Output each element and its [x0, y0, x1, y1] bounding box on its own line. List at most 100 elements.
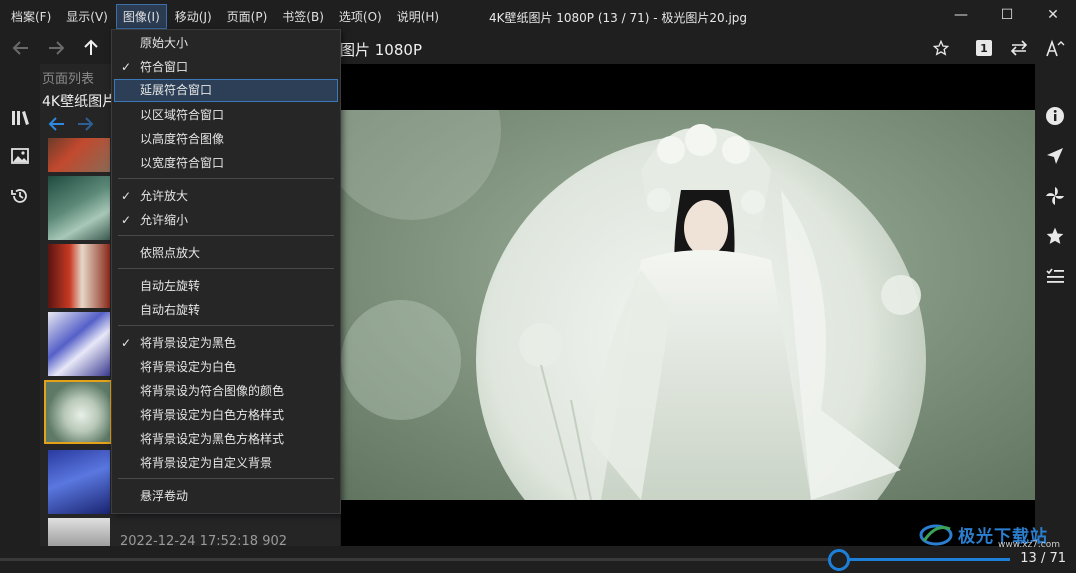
menu-item-allow-enlarge[interactable]: ✓ 允许放大 — [114, 185, 338, 208]
menu-item-bg-white-checker[interactable]: 将背景设定为白色方格样式 — [114, 404, 338, 427]
menu-item-label: 原始大小 — [140, 36, 189, 50]
font-size-button[interactable] — [1042, 36, 1068, 60]
check-icon: ✓ — [121, 336, 132, 350]
thumbnail-info: 2022-12-24 17:52:18 902 — [120, 534, 288, 546]
checklist-icon — [1046, 268, 1064, 283]
menu-item-label: 允许放大 — [140, 189, 189, 203]
library-button[interactable] — [10, 108, 30, 128]
close-button[interactable]: ✕ — [1030, 0, 1076, 30]
navigation-arrow-icon — [1047, 148, 1063, 164]
photo-illustration — [341, 110, 1035, 500]
page-counter: 13 / 71 — [1020, 551, 1066, 566]
menu-separator — [118, 478, 334, 479]
direction-button[interactable] — [1006, 36, 1032, 60]
app-window: 档案(F) 显示(V) 图像(I) 移动(J) 页面(P) 书签(B) 选项(O… — [0, 0, 1076, 573]
menu-page[interactable]: 页面(P) — [220, 4, 275, 29]
menu-view[interactable]: 显示(V) — [59, 4, 115, 29]
menu-item-label: 以高度符合图像 — [140, 132, 225, 146]
image-menu-dropdown: 原始大小 ✓ 符合窗口 延展符合窗口 以区域符合窗口 以高度符合图像 以宽度符合窗… — [111, 29, 341, 514]
panel-header: 页面列表 — [42, 72, 95, 87]
page-slider-fill — [839, 558, 1010, 561]
star-outline-icon — [933, 40, 949, 56]
check-icon: ✓ — [121, 189, 132, 203]
star-icon — [1046, 227, 1064, 244]
arrow-left-icon — [12, 41, 28, 55]
menu-item-fit-height[interactable]: 以高度符合图像 — [114, 128, 338, 151]
up-button[interactable] — [78, 36, 104, 60]
single-page-button[interactable]: 1 — [971, 36, 997, 60]
menu-item-bg-black[interactable]: ✓ 将背景设定为黑色 — [114, 332, 338, 355]
menu-item-bg-image-color[interactable]: 将背景设为符合图像的颜色 — [114, 380, 338, 403]
menu-item-allow-shrink[interactable]: ✓ 允许缩小 — [114, 209, 338, 232]
page-badge: 1 — [976, 40, 992, 56]
menu-separator — [118, 235, 334, 236]
right-sidebar — [1035, 64, 1076, 546]
menu-item-stretch-fit-window[interactable]: 延展符合窗口 — [114, 79, 338, 102]
menu-item-original-size[interactable]: 原始大小 — [114, 32, 338, 55]
panel-folder-title: 4K壁纸图片 — [42, 94, 117, 110]
maximize-button[interactable]: ☐ — [984, 0, 1030, 30]
address-title: 图片 1080P — [340, 41, 422, 59]
menu-item-label: 延展符合窗口 — [140, 83, 213, 97]
menu-item-zoom-at-point[interactable]: 依照点放大 — [114, 242, 338, 265]
page-thumbnail[interactable] — [48, 312, 110, 376]
menu-item-auto-rotate-right[interactable]: 自动右旋转 — [114, 299, 338, 322]
watermark-logo-icon — [919, 524, 953, 546]
window-controls: — ☐ ✕ — [938, 0, 1076, 30]
menu-help[interactable]: 说明(H) — [390, 4, 446, 29]
menu-item-label: 将背景设定为黑色 — [140, 336, 237, 350]
menu-item-label: 允许缩小 — [140, 213, 189, 227]
minimize-button[interactable]: — — [938, 0, 984, 30]
info-icon — [1046, 107, 1064, 125]
menu-item-label: 将背景设定为自定义背景 — [140, 456, 273, 470]
menu-item-bg-white[interactable]: 将背景设定为白色 — [114, 356, 338, 379]
menu-item-bg-custom[interactable]: 将背景设定为自定义背景 — [114, 452, 338, 475]
left-sidebar — [0, 64, 40, 546]
menu-item-bg-black-checker[interactable]: 将背景设定为黑色方格样式 — [114, 428, 338, 451]
books-icon — [12, 111, 29, 125]
arrow-right-icon — [49, 41, 65, 55]
page-thumbnail[interactable] — [48, 518, 110, 546]
main-image — [341, 110, 1035, 500]
page-list-button[interactable] — [10, 146, 30, 166]
arrow-left-icon[interactable] — [48, 116, 66, 132]
menu-bookmark[interactable]: 书签(B) — [275, 4, 331, 29]
menu-item-hover-scroll[interactable]: 悬浮卷动 — [114, 485, 338, 508]
page-thumbnail[interactable] — [48, 244, 110, 308]
page-thumbnail[interactable] — [48, 176, 110, 240]
menu-item-fit-width[interactable]: 以宽度符合窗口 — [114, 152, 338, 175]
bookmark-star-button[interactable] — [928, 36, 954, 60]
check-icon: ✓ — [121, 60, 132, 74]
bookmarks-button[interactable] — [1045, 226, 1067, 248]
page-thumbnail[interactable] — [48, 450, 110, 514]
forward-button[interactable] — [43, 36, 69, 60]
swap-arrows-icon — [1010, 40, 1028, 56]
effects-button[interactable] — [1045, 186, 1067, 208]
menu-file[interactable]: 档案(F) — [4, 4, 58, 29]
menu-item-label: 以宽度符合窗口 — [140, 156, 225, 170]
info-button[interactable] — [1045, 106, 1067, 128]
page-thumbnail-selected[interactable] — [44, 380, 112, 444]
pinwheel-icon — [1046, 187, 1064, 205]
check-icon: ✓ — [121, 213, 132, 227]
menu-item-fit-window[interactable]: ✓ 符合窗口 — [114, 56, 338, 79]
menu-item-label: 自动右旋转 — [140, 303, 201, 317]
image-viewer[interactable] — [341, 64, 1035, 546]
menu-item-fit-area[interactable]: 以区域符合窗口 — [114, 104, 338, 127]
playlist-button[interactable] — [1045, 266, 1067, 288]
watermark-url: www.xz7.com — [998, 540, 1060, 550]
menu-image[interactable]: 图像(I) — [115, 3, 167, 29]
navigator-button[interactable] — [1045, 146, 1067, 168]
menu-move[interactable]: 移动(J) — [168, 4, 219, 29]
menu-options[interactable]: 选项(O) — [332, 4, 389, 29]
page-slider-thumb[interactable] — [828, 549, 850, 571]
history-button[interactable] — [10, 186, 30, 206]
menu-bar: 档案(F) 显示(V) 图像(I) 移动(J) 页面(P) 书签(B) 选项(O… — [0, 0, 447, 32]
page-thumbnail[interactable] — [48, 138, 110, 172]
menu-separator — [118, 178, 334, 179]
menu-item-label: 符合窗口 — [140, 60, 189, 74]
menu-item-auto-rotate-left[interactable]: 自动左旋转 — [114, 275, 338, 298]
back-button[interactable] — [8, 36, 34, 60]
menu-item-label: 将背景设定为白色 — [140, 360, 237, 374]
arrow-right-icon[interactable] — [76, 116, 94, 132]
